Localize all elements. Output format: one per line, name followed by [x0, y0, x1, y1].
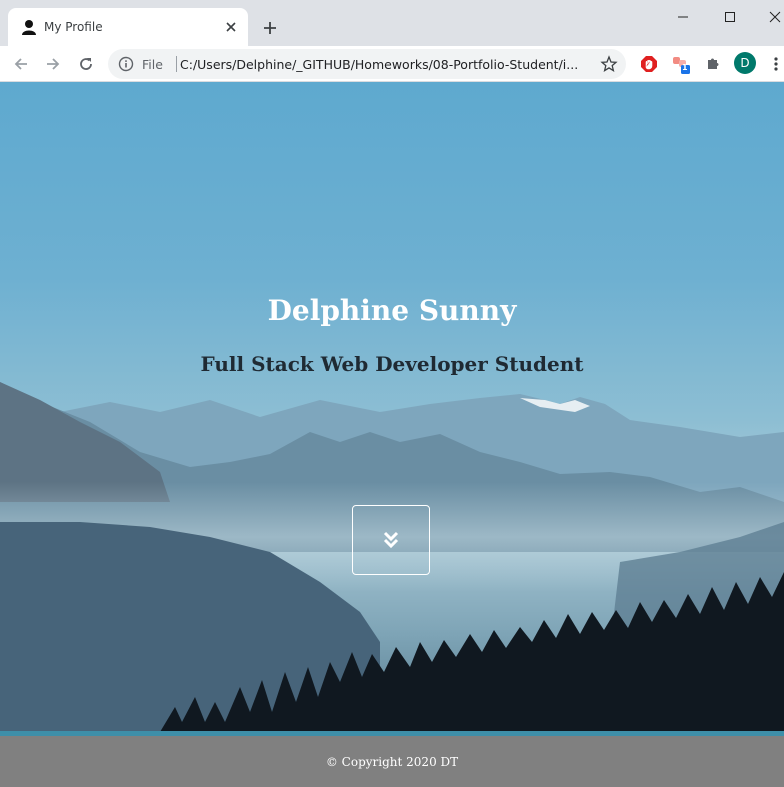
adblock-extension-icon[interactable] [638, 53, 660, 75]
url-scheme-label: File [142, 57, 163, 72]
extension-badge-count: 1 [682, 63, 688, 72]
page-footer: © Copyright 2020 DT [0, 736, 784, 787]
address-bar[interactable]: File C:/Users/Delphine/_GITHUB/Homeworks… [108, 49, 626, 79]
person-icon [22, 20, 36, 35]
hero-tagline: Full Stack Web Developer Student [200, 352, 584, 376]
scroll-down-button[interactable] [352, 505, 430, 575]
extension-badge-icon[interactable]: 1 [670, 53, 692, 75]
back-arrow-icon[interactable] [10, 53, 32, 75]
close-window-icon[interactable] [752, 6, 784, 28]
browser-tab[interactable]: My Profile [8, 8, 248, 46]
more-menu-icon[interactable] [765, 53, 784, 75]
hero-section: Delphine Sunny Full Stack Web Developer … [0, 82, 784, 732]
new-tab-icon[interactable] [259, 17, 281, 39]
close-tab-icon[interactable] [222, 18, 240, 36]
puzzle-extensions-icon[interactable] [702, 53, 724, 75]
browser-titlebar: My Profile [0, 0, 784, 46]
browser-toolbar: File C:/Users/Delphine/_GITHUB/Homeworks… [0, 46, 784, 82]
url-separator [176, 56, 177, 72]
info-icon[interactable] [118, 56, 134, 72]
reload-icon[interactable] [75, 53, 97, 75]
minimize-icon[interactable] [660, 6, 706, 28]
url-text[interactable]: C:/Users/Delphine/_GITHUB/Homeworks/08-P… [180, 57, 586, 72]
copyright-text: © Copyright 2020 DT [325, 754, 459, 769]
chevron-double-down-icon [383, 531, 399, 549]
hero-name-heading: Delphine Sunny [267, 294, 517, 327]
maximize-icon[interactable] [707, 6, 753, 28]
bookmark-star-icon[interactable] [600, 55, 618, 73]
mountain-background-image [0, 382, 784, 732]
tab-title: My Profile [44, 20, 103, 34]
profile-avatar[interactable]: D [734, 52, 756, 74]
forward-arrow-icon[interactable] [42, 53, 64, 75]
